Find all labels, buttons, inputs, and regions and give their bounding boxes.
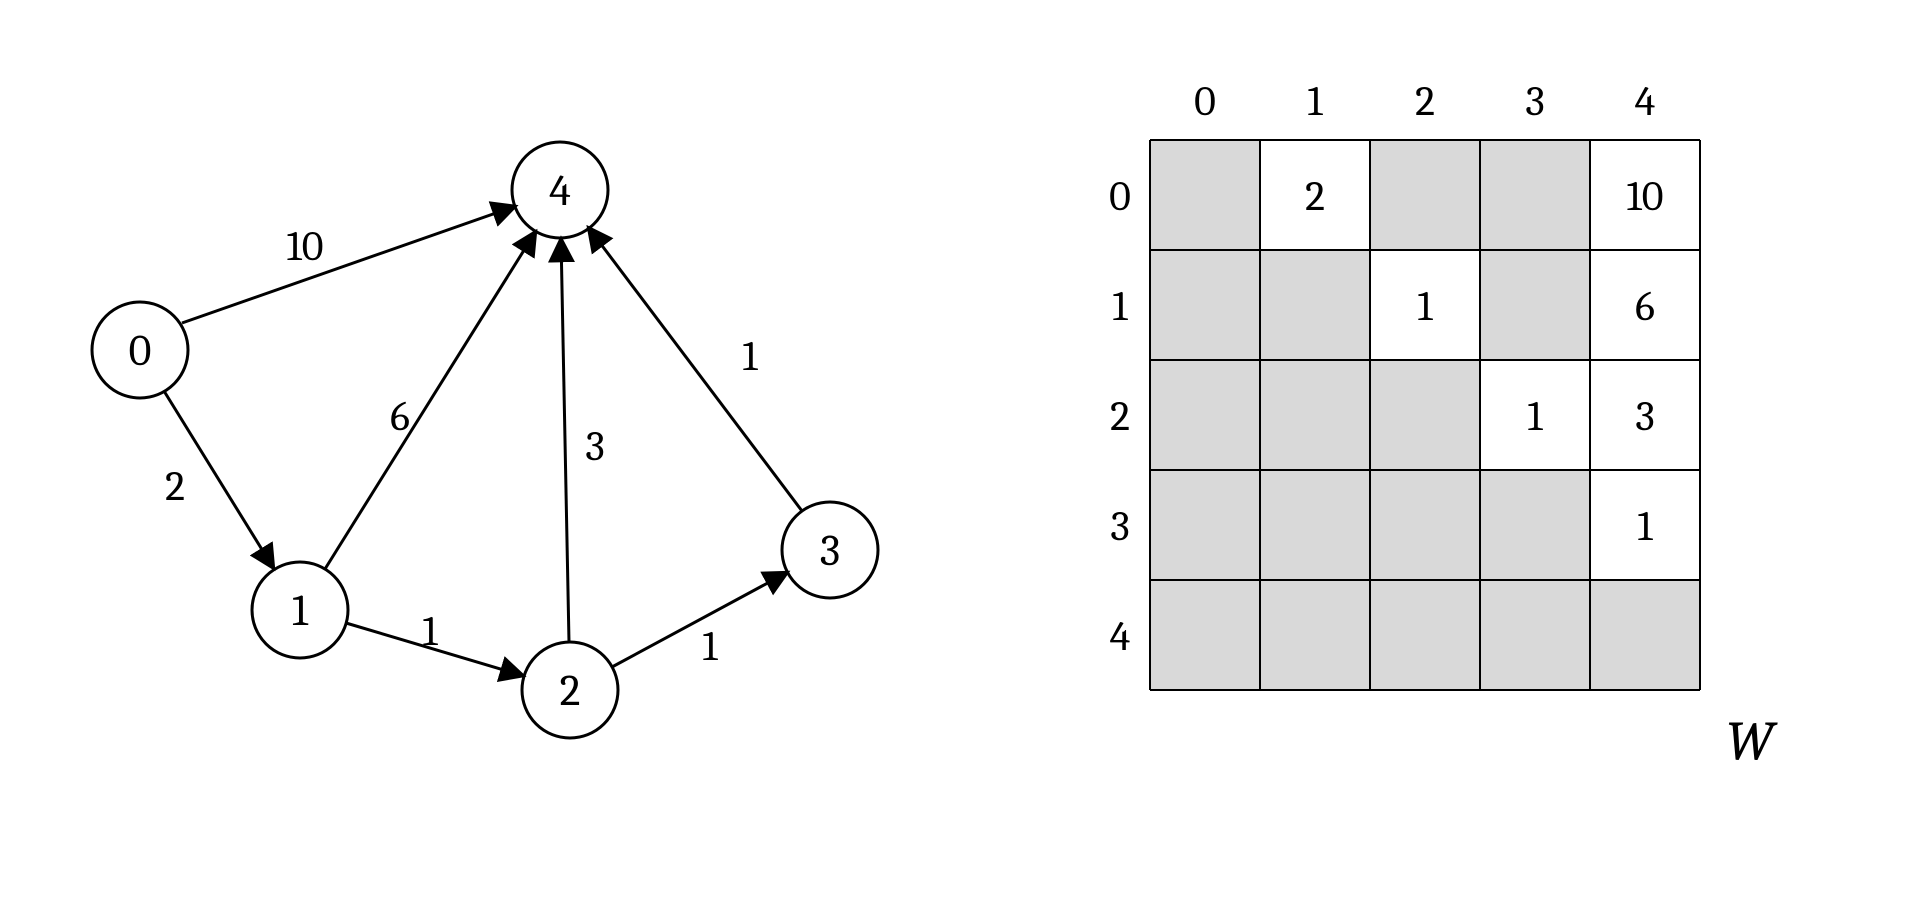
- edge-0-4-label: 10: [287, 222, 324, 271]
- node-0-label: 0: [129, 325, 152, 376]
- node-3-label: 3: [820, 525, 840, 576]
- edge-2-3: [612, 572, 788, 667]
- cell-1-2: 1: [1417, 282, 1433, 331]
- matrix-name: W: [1726, 710, 1778, 774]
- edge-3-4: [588, 227, 802, 511]
- edge-0-1-label: 2: [165, 462, 185, 511]
- cell-0-4: 10: [1627, 172, 1664, 221]
- edge-1-4: [325, 231, 536, 569]
- row-header-1: 1: [1112, 282, 1128, 331]
- row-header-4: 4: [1110, 612, 1131, 661]
- edge-2-4-label: 3: [585, 422, 604, 471]
- edge-1-2-label: 1: [422, 607, 438, 656]
- cell-3-4: 1: [1637, 502, 1653, 551]
- edge-2-4: [561, 238, 569, 642]
- col-header-4: 4: [1635, 77, 1656, 126]
- graph-svg: 0 1 2 3 4 10 2 6 1 3 1 1: [40, 100, 940, 820]
- edge-3-4-label: 1: [742, 332, 758, 381]
- edge-2-3-label: 1: [702, 622, 718, 671]
- adjacency-matrix: 0 1 2 3 4 0 1 2 3 4: [1060, 60, 1810, 860]
- edge-0-4: [182, 206, 516, 323]
- cell-2-4: 3: [1635, 392, 1654, 441]
- edge-1-4-label: 6: [390, 392, 410, 441]
- col-header-0: 0: [1194, 77, 1216, 126]
- diagram-container: 0 1 2 3 4 10 2 6 1 3 1 1: [0, 0, 1920, 904]
- node-4-label: 4: [549, 165, 571, 216]
- col-header-1: 1: [1307, 77, 1323, 126]
- col-header-3: 3: [1525, 77, 1544, 126]
- cell-2-3: 1: [1527, 392, 1543, 441]
- cell-0-1: 2: [1305, 172, 1325, 221]
- row-header-2: 2: [1110, 392, 1130, 441]
- row-header-3: 3: [1110, 502, 1129, 551]
- col-header-2: 2: [1415, 77, 1435, 126]
- cell-1-4: 6: [1635, 282, 1655, 331]
- node-2-label: 2: [560, 665, 581, 716]
- node-1-label: 1: [292, 585, 309, 636]
- row-header-0: 0: [1109, 172, 1131, 221]
